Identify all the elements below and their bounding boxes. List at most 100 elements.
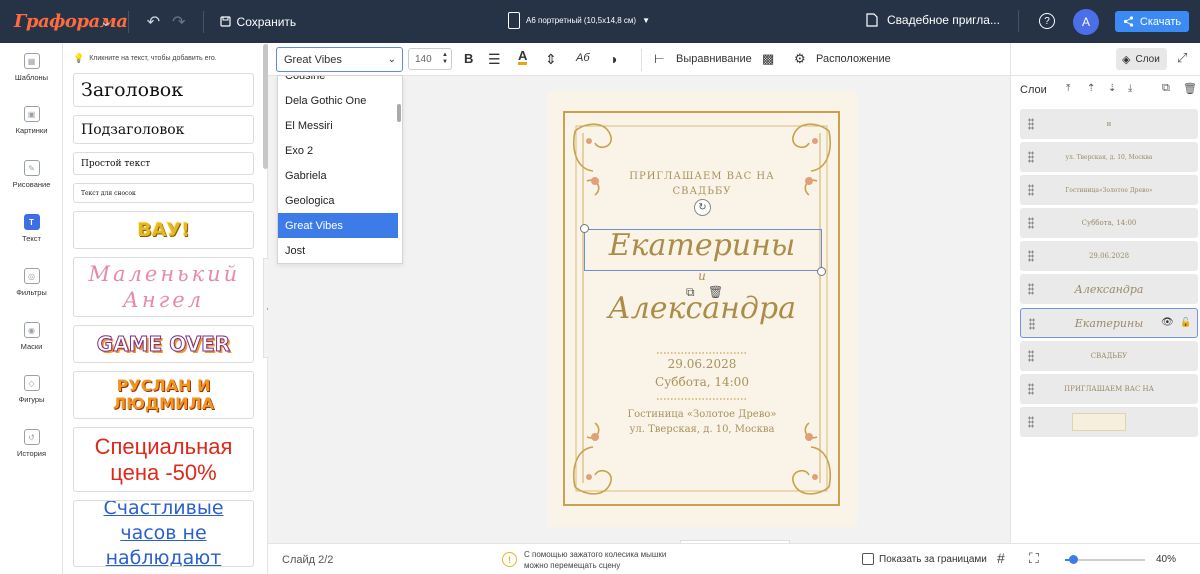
drag-handle-icon[interactable] bbox=[1028, 250, 1034, 262]
card-conjunction[interactable]: и bbox=[547, 269, 857, 283]
delete-icon[interactable]: 🗑 bbox=[1183, 82, 1197, 95]
copy-icon[interactable]: ⧉ bbox=[686, 285, 695, 300]
bold-icon[interactable]: B bbox=[464, 51, 473, 66]
layer-item[interactable] bbox=[1020, 407, 1198, 437]
move-up-icon[interactable]: ⇡ bbox=[1087, 83, 1095, 94]
layer-item[interactable]: ул. Тверская, д. 10, Москва bbox=[1020, 142, 1198, 172]
font-option[interactable]: Geologica bbox=[278, 188, 398, 213]
layer-item-selected[interactable]: Екатерины 👁 🔓 bbox=[1020, 308, 1198, 338]
rail-item-templates[interactable]: ▦ Шаблоны bbox=[0, 53, 63, 82]
arrange-button[interactable]: Расположение bbox=[816, 53, 891, 65]
undo-icon[interactable]: ↶ bbox=[147, 12, 160, 32]
move-down-icon[interactable]: ⇣ bbox=[1108, 83, 1116, 94]
gear-icon[interactable]: ⚙ bbox=[794, 51, 806, 67]
stepper-icon[interactable]: ▲ ▼ bbox=[442, 52, 448, 66]
move-to-top-icon[interactable]: ⤒ bbox=[1066, 83, 1070, 94]
preset-sale[interactable]: Специальная цена -50% bbox=[73, 427, 254, 492]
resize-handle[interactable] bbox=[817, 267, 826, 276]
card-venue[interactable]: Гостиница «Золотое Древо» bbox=[547, 409, 857, 420]
font-option[interactable]: Jost bbox=[278, 238, 398, 263]
align-button[interactable]: Выравнивание bbox=[676, 53, 752, 65]
text-effects-icon[interactable]: Aб bbox=[576, 52, 590, 64]
preset-happy-hours[interactable]: Счастливые часов не наблюдают bbox=[73, 500, 254, 567]
card-address[interactable]: ул. Тверская, д. 10, Москва bbox=[547, 424, 857, 435]
rail-item-text[interactable]: T Текст bbox=[0, 214, 63, 243]
help-icon[interactable]: ? bbox=[1039, 13, 1055, 29]
font-size-input[interactable]: 140 ▲ ▼ bbox=[408, 48, 452, 70]
card-invite-line2[interactable]: СВАДЬБУ bbox=[547, 186, 857, 197]
opacity-icon[interactable]: ◑ bbox=[609, 51, 617, 67]
preset-ruslan[interactable]: РУСЛАН И ЛЮДМИЛА bbox=[73, 371, 254, 419]
drag-handle-icon[interactable] bbox=[1028, 283, 1034, 295]
dropdown-scrollbar[interactable] bbox=[397, 104, 401, 122]
drag-handle-icon[interactable] bbox=[1028, 416, 1034, 428]
font-option[interactable]: Cousine bbox=[278, 76, 398, 88]
redo-icon[interactable]: ↷ bbox=[172, 12, 185, 32]
save-button[interactable]: Сохранить bbox=[219, 15, 296, 29]
download-button[interactable]: Скачать bbox=[1115, 11, 1189, 32]
align-left-icon[interactable]: ⊢ bbox=[654, 52, 664, 66]
font-option[interactable]: Dela Gothic One bbox=[278, 88, 398, 113]
show-bounds-label[interactable]: Показать за границами bbox=[879, 554, 987, 565]
drag-handle-icon[interactable] bbox=[1028, 383, 1034, 395]
selection-box[interactable] bbox=[584, 229, 822, 271]
layer-item[interactable]: и bbox=[1020, 109, 1198, 139]
preset-angel[interactable]: Маленький Ангел bbox=[73, 257, 254, 317]
zoom-slider[interactable] bbox=[1065, 555, 1145, 564]
card-time[interactable]: Суббота, 14:00 bbox=[547, 375, 857, 389]
card-invite-line1[interactable]: ПРИГЛАШАЕМ ВАС НА bbox=[547, 171, 857, 182]
drag-handle-icon[interactable] bbox=[1028, 350, 1034, 362]
fit-screen-icon[interactable]: ⛶ bbox=[1029, 550, 1039, 567]
format-selector[interactable]: А6 портретный (10,5x14,8 см) ▼ bbox=[508, 12, 650, 29]
avatar[interactable]: A bbox=[1073, 9, 1099, 35]
drag-handle-icon[interactable] bbox=[1028, 151, 1034, 163]
font-select[interactable]: Great Vibes ⌄ bbox=[276, 47, 403, 72]
drag-handle-icon[interactable] bbox=[1028, 118, 1034, 130]
preset-wow[interactable]: ВАУ! bbox=[73, 211, 254, 249]
rotate-handle-icon[interactable]: ↻ bbox=[694, 199, 711, 216]
lock-icon[interactable]: 🔓 bbox=[1180, 317, 1191, 328]
grid-icon[interactable]: # bbox=[997, 550, 1005, 566]
drag-handle-icon[interactable] bbox=[1029, 318, 1035, 330]
trash-icon[interactable]: 🗑 bbox=[708, 285, 723, 299]
rail-item-images[interactable]: ▣ Картинки bbox=[0, 106, 63, 135]
resize-handle[interactable] bbox=[580, 224, 589, 233]
line-height-icon[interactable]: ⇕ bbox=[545, 51, 557, 68]
move-to-bottom-icon[interactable]: ⤓ bbox=[1128, 83, 1132, 94]
app-logo[interactable]: Графорама bbox=[14, 11, 128, 32]
preset-heading[interactable]: Заголовок bbox=[73, 73, 254, 107]
chevron-down-icon[interactable]: ⌄ bbox=[100, 13, 112, 30]
preset-footnote[interactable]: Текст для сносок bbox=[73, 183, 254, 203]
document-title[interactable]: Свадебное пригла... bbox=[866, 13, 1000, 27]
font-option[interactable]: Exo 2 bbox=[278, 138, 398, 163]
rail-item-shapes[interactable]: ◇ Фигуры bbox=[0, 375, 63, 404]
layers-toggle-button[interactable]: ◈ Слои bbox=[1116, 48, 1167, 70]
layer-item[interactable]: Гостиница«Золотое Древо» bbox=[1020, 175, 1198, 205]
duplicate-icon[interactable]: ⧉ bbox=[1162, 82, 1170, 95]
preset-game-over[interactable]: GAME OVER bbox=[73, 325, 254, 363]
rail-item-draw[interactable]: ✎ Рисование bbox=[0, 160, 63, 189]
preset-subheading[interactable]: Подзаголовок bbox=[73, 115, 254, 144]
card-name2[interactable]: Александра bbox=[547, 291, 857, 326]
layer-item[interactable]: Александра bbox=[1020, 274, 1198, 304]
card-date[interactable]: 29.06.2028 bbox=[547, 357, 857, 371]
layer-item[interactable]: 29.06.2028 bbox=[1020, 241, 1198, 271]
font-option[interactable]: Gabriela bbox=[278, 163, 398, 188]
transparency-icon[interactable]: ▩ bbox=[762, 51, 774, 67]
text-color-icon[interactable]: A bbox=[518, 49, 528, 65]
zoom-slider-thumb[interactable] bbox=[1069, 555, 1078, 564]
rail-item-filters[interactable]: ◎ Фильтры bbox=[0, 268, 63, 297]
layer-item[interactable]: ПРИГЛАШАЕМ ВАС НА bbox=[1020, 374, 1198, 404]
expand-icon[interactable]: ⤢ bbox=[1177, 50, 1187, 66]
rail-item-history[interactable]: ↺ История bbox=[0, 429, 63, 458]
font-option[interactable]: El Messiri bbox=[278, 113, 398, 138]
font-option-selected[interactable]: Great Vibes bbox=[278, 213, 398, 238]
preset-plain[interactable]: Простой текст bbox=[73, 152, 254, 175]
invitation-page[interactable]: ПРИГЛАШАЕМ ВАС НА СВАДЬБУ Екатерины и Ал… bbox=[547, 91, 857, 527]
text-align-icon[interactable]: ☰ bbox=[488, 51, 501, 68]
rail-item-masks[interactable]: ◉ Маски bbox=[0, 322, 63, 351]
drag-handle-icon[interactable] bbox=[1028, 184, 1034, 196]
layer-item[interactable]: СВАДЬБУ bbox=[1020, 341, 1198, 371]
drag-handle-icon[interactable] bbox=[1028, 217, 1034, 229]
slide-indicator[interactable]: Слайд 2/2 bbox=[282, 554, 333, 566]
